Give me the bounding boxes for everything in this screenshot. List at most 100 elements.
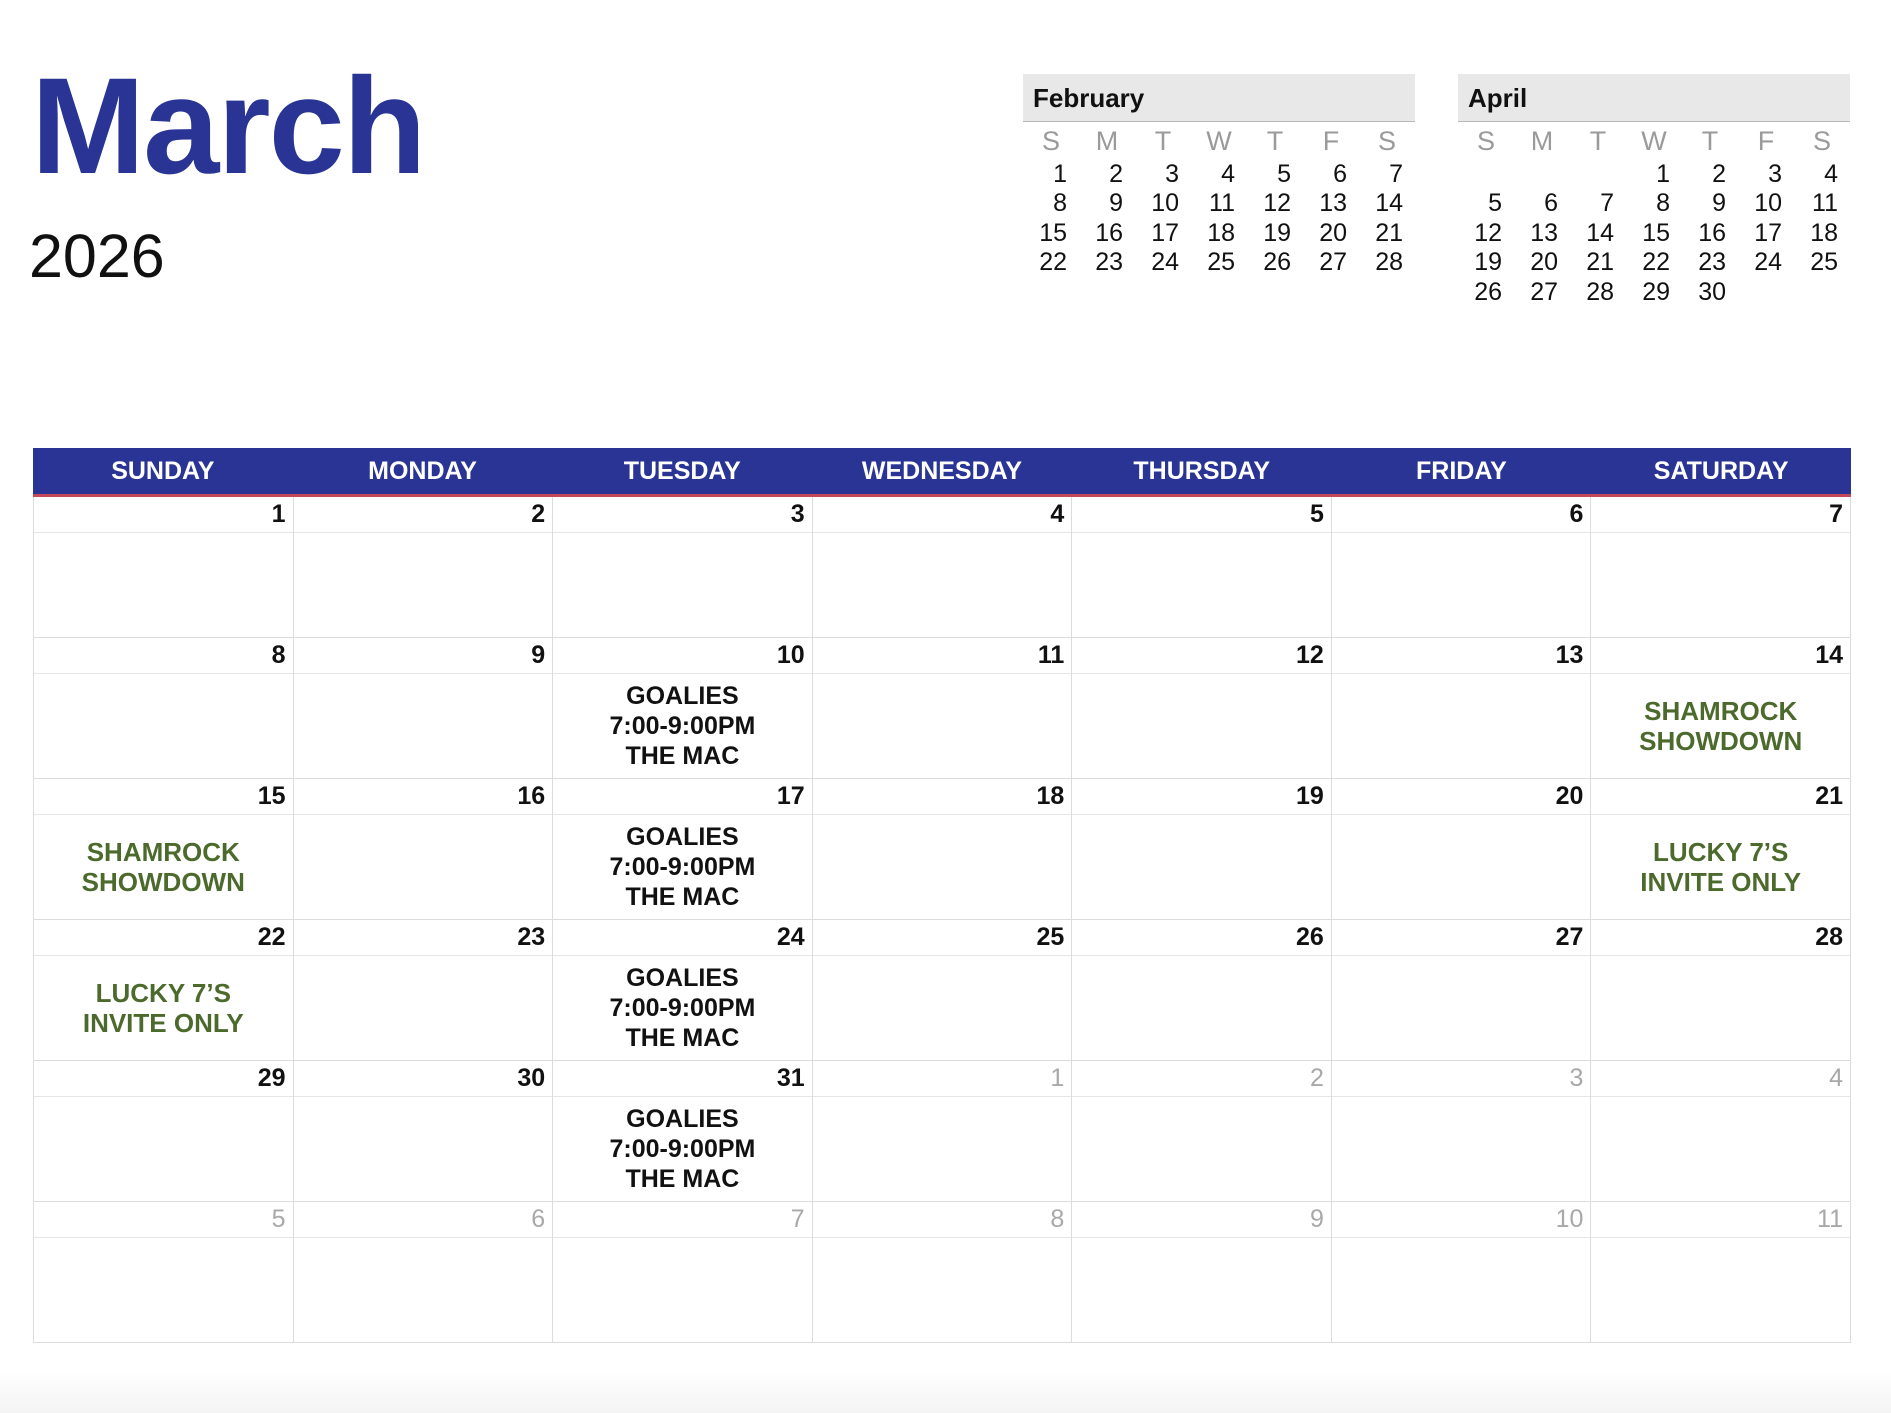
day-cell[interactable]: 1 xyxy=(34,497,294,638)
calendar-event[interactable]: LUCKY 7’S INVITE ONLY xyxy=(1591,815,1850,919)
day-cell[interactable]: 2 xyxy=(293,497,554,638)
calendar-event[interactable]: GOALIES 7:00-9:00PM THE MAC xyxy=(553,956,812,1060)
day-cell[interactable]: 8 xyxy=(812,1202,1073,1343)
mini-day: 7 xyxy=(1389,160,1403,188)
event-line: THE MAC xyxy=(625,742,740,770)
day-cell[interactable]: 6 xyxy=(1331,497,1592,638)
event-line: SHOWDOWN xyxy=(81,867,245,897)
mini-day: 6 xyxy=(1333,160,1347,188)
mini-weekday-label: S xyxy=(1041,126,1060,156)
day-cell[interactable]: 26 xyxy=(1072,920,1332,1061)
event-line: SHOWDOWN xyxy=(1639,726,1803,756)
day-number: 12 xyxy=(1072,638,1331,674)
day-cell[interactable]: 3 xyxy=(1331,1061,1592,1202)
day-cell[interactable]: 10 xyxy=(1331,1202,1592,1343)
mini-day xyxy=(1570,160,1626,189)
mini-day: 5 xyxy=(1277,160,1291,188)
day-cell[interactable]: 9 xyxy=(293,638,554,779)
day-number: 8 xyxy=(812,1202,1072,1238)
day-number: 17 xyxy=(553,779,812,815)
day-number: 3 xyxy=(553,497,812,533)
day-cell[interactable]: 7 xyxy=(553,1202,813,1343)
day-cell[interactable]: 5 xyxy=(1072,497,1332,638)
day-cell[interactable]: 17 GOALIES 7:00-9:00PM THE MAC xyxy=(553,779,813,920)
day-cell[interactable]: 16 xyxy=(293,779,554,920)
day-number: 8 xyxy=(34,638,293,674)
mini-day: 26 xyxy=(1474,277,1502,306)
day-cell[interactable]: 20 xyxy=(1331,779,1592,920)
calendar-event[interactable]: GOALIES 7:00-9:00PM THE MAC xyxy=(553,1097,812,1201)
day-cell[interactable]: 25 xyxy=(812,920,1073,1061)
mini-day: 15 xyxy=(1039,218,1067,247)
day-number: 25 xyxy=(812,920,1072,956)
day-number: 21 xyxy=(1591,779,1850,815)
day-number: 5 xyxy=(34,1202,293,1238)
day-cell[interactable]: 28 xyxy=(1591,920,1851,1061)
calendar-event[interactable]: SHAMROCK SHOWDOWN xyxy=(34,815,293,919)
day-number: 26 xyxy=(1072,920,1331,956)
day-number: 3 xyxy=(1331,1061,1591,1097)
day-cell[interactable]: 4 xyxy=(812,497,1073,638)
calendar-event[interactable]: GOALIES 7:00-9:00PM THE MAC xyxy=(553,674,812,778)
day-cell[interactable]: 30 xyxy=(293,1061,554,1202)
day-cell[interactable]: 29 xyxy=(34,1061,294,1202)
day-cell[interactable]: 5 xyxy=(34,1202,294,1343)
day-cell[interactable]: 13 xyxy=(1331,638,1592,779)
day-cell[interactable]: 27 xyxy=(1331,920,1592,1061)
mini-weekday-label: M xyxy=(1095,126,1119,156)
day-cell[interactable]: 12 xyxy=(1072,638,1332,779)
day-cell[interactable]: 23 xyxy=(293,920,554,1061)
event-line: LUCKY 7’S xyxy=(95,978,231,1008)
mini-day: 28 xyxy=(1586,277,1614,306)
day-number: 19 xyxy=(1072,779,1331,815)
weeks-container: 1 2 3 4 5 6 7 8 9 10 GOALIES 7:00-9:00PM THE MAC 11 12… xyxy=(33,497,1851,1343)
mini-day xyxy=(1458,160,1514,189)
day-number: 31 xyxy=(553,1061,812,1097)
weekday-label: FRIDAY xyxy=(1416,457,1507,485)
mini-day: 6 xyxy=(1544,189,1558,218)
day-cell[interactable]: 3 xyxy=(553,497,813,638)
calendar-event[interactable]: LUCKY 7’S INVITE ONLY xyxy=(34,956,293,1060)
day-number: 7 xyxy=(553,1202,812,1238)
week-row: 29 30 31 GOALIES 7:00-9:00PM THE MAC 1 2 3 4 xyxy=(34,1061,1851,1202)
mini-day: 8 xyxy=(1053,189,1067,218)
mini-day: 1 xyxy=(1053,160,1067,188)
day-cell[interactable]: 14 SHAMROCK SHOWDOWN xyxy=(1591,638,1851,779)
mini-calendar-title: April xyxy=(1458,74,1850,122)
day-cell[interactable]: 7 xyxy=(1591,497,1851,638)
event-line: INVITE ONLY xyxy=(1640,867,1802,897)
mini-calendar-april: April S M T W T F S 1 2 3 4 5 6 7 8 9 10 11 12 13 14 15 16 17 18… xyxy=(1458,74,1850,307)
mini-day: 12 xyxy=(1474,218,1502,247)
mini-day: 24 xyxy=(1754,248,1782,277)
calendar-event[interactable]: GOALIES 7:00-9:00PM THE MAC xyxy=(553,815,812,919)
mini-day: 5 xyxy=(1488,189,1502,218)
event-line: THE MAC xyxy=(625,1165,740,1193)
mini-day: 18 xyxy=(1207,218,1235,247)
mini-day: 8 xyxy=(1656,189,1670,218)
mini-calendar-february: February S M T W T F S 1 2 3 4 5 6 7 8 9 10 11 12 13 14 15 16 1… xyxy=(1023,74,1415,278)
mini-weekday-label: T xyxy=(1701,126,1719,156)
day-cell[interactable]: 4 xyxy=(1591,1061,1851,1202)
day-cell[interactable]: 31 GOALIES 7:00-9:00PM THE MAC xyxy=(553,1061,813,1202)
day-cell[interactable]: 6 xyxy=(293,1202,554,1343)
mini-day: 27 xyxy=(1530,277,1558,306)
day-cell[interactable]: 15 SHAMROCK SHOWDOWN xyxy=(34,779,294,920)
day-cell[interactable]: 11 xyxy=(1591,1202,1851,1343)
day-number: 7 xyxy=(1591,497,1850,533)
day-cell[interactable]: 19 xyxy=(1072,779,1332,920)
day-cell[interactable]: 21 LUCKY 7’S INVITE ONLY xyxy=(1591,779,1851,920)
day-cell[interactable]: 2 xyxy=(1072,1061,1332,1202)
mini-day: 30 xyxy=(1698,277,1726,306)
day-number: 4 xyxy=(1591,1061,1850,1097)
day-cell[interactable]: 18 xyxy=(812,779,1073,920)
day-cell[interactable]: 10 GOALIES 7:00-9:00PM THE MAC xyxy=(553,638,813,779)
day-cell[interactable]: 22 LUCKY 7’S INVITE ONLY xyxy=(34,920,294,1061)
day-cell[interactable]: 8 xyxy=(34,638,294,779)
day-cell[interactable]: 9 xyxy=(1072,1202,1332,1343)
calendar-event[interactable]: SHAMROCK SHOWDOWN xyxy=(1591,674,1850,778)
mini-day: 26 xyxy=(1263,248,1291,277)
day-cell[interactable]: 11 xyxy=(812,638,1073,779)
day-cell[interactable]: 1 xyxy=(812,1061,1073,1202)
event-line: 7:00-9:00PM xyxy=(609,712,756,740)
day-cell[interactable]: 24 GOALIES 7:00-9:00PM THE MAC xyxy=(553,920,813,1061)
